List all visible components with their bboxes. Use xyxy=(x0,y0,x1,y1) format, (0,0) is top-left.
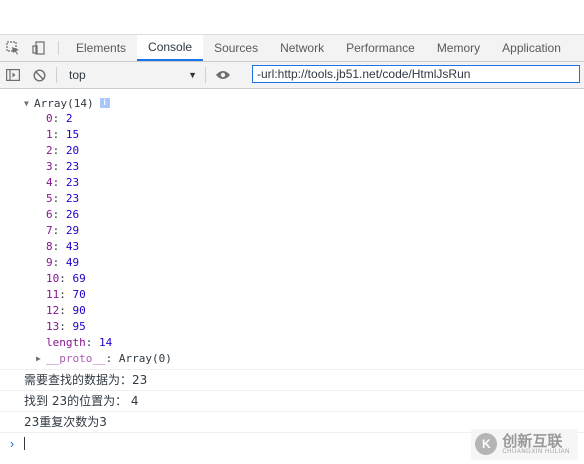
length-value: 14 xyxy=(99,336,113,349)
array-value: 90 xyxy=(72,304,86,317)
array-entry: 8: 43 xyxy=(46,240,80,253)
array-entry: 12: 90 xyxy=(46,304,86,317)
array-value: 2 xyxy=(65,112,73,125)
array-value: 49 xyxy=(65,256,80,269)
watermark-sub-text: CHUANGXIN HULIAN xyxy=(502,449,570,456)
array-key: 2 xyxy=(46,144,53,157)
array-key: 0 xyxy=(46,112,53,125)
tab-application[interactable]: Application xyxy=(491,35,572,61)
array-key: 4 xyxy=(46,176,53,189)
array-key: 3 xyxy=(46,160,53,173)
inspect-element-icon[interactable] xyxy=(0,35,26,61)
array-value: 20 xyxy=(65,144,80,157)
watermark-logo: K 创新互联 CHUANGXIN HULIAN xyxy=(471,428,578,460)
array-header-row[interactable]: ▼ Array(14) i xyxy=(0,95,584,111)
tab-performance[interactable]: Performance xyxy=(335,35,426,61)
window-top-area xyxy=(0,0,584,34)
array-entry: 5: 23 xyxy=(46,192,80,205)
console-output: ▼ Array(14) i 0: 2 1: 15 2: 20 3: 23 4: … xyxy=(0,89,584,453)
array-key: 5 xyxy=(46,192,53,205)
device-toolbar-icon[interactable] xyxy=(26,35,52,61)
context-selector[interactable]: top ▼ xyxy=(65,66,201,84)
array-entry: 11: 70 xyxy=(46,288,86,301)
array-entry: 3: 23 xyxy=(46,160,80,173)
tab-sources[interactable]: Sources xyxy=(203,35,269,61)
array-value: 23 xyxy=(65,176,80,189)
array-value: 15 xyxy=(65,128,80,141)
array-entry: 6: 26 xyxy=(46,208,80,221)
console-filter-input[interactable] xyxy=(252,65,580,83)
array-entry: 4: 23 xyxy=(46,176,80,189)
array-value: 43 xyxy=(65,240,80,253)
array-value: 95 xyxy=(72,320,86,333)
chevron-down-icon: ▼ xyxy=(188,70,197,80)
info-icon[interactable]: i xyxy=(99,98,110,108)
watermark-logo-icon: K xyxy=(475,433,498,456)
console-log-line: 找到 23的位置为： 4 xyxy=(0,390,584,411)
array-key: 11 xyxy=(46,288,60,301)
tab-network[interactable]: Network xyxy=(269,35,335,61)
array-entry: 10: 69 xyxy=(46,272,86,285)
array-entry: 0: 2 xyxy=(46,112,73,125)
array-value: 70 xyxy=(72,288,86,301)
array-value: 26 xyxy=(65,208,80,221)
tab-elements[interactable]: Elements xyxy=(65,35,137,61)
proto-value: Array(0) xyxy=(118,352,172,365)
array-header-label: Array(14) xyxy=(34,96,94,110)
context-selector-value: top xyxy=(69,68,86,82)
watermark-main-text: 创新互联 xyxy=(502,431,563,450)
array-key: 7 xyxy=(46,224,53,237)
console-toolbar: top ▼ xyxy=(0,62,584,89)
array-entry: 13: 95 xyxy=(46,320,86,333)
array-value: 23 xyxy=(65,160,80,173)
array-key: 8 xyxy=(46,240,53,253)
array-key: 1 xyxy=(46,128,53,141)
console-log-line: 需要查找的数据为：23 xyxy=(0,369,584,390)
array-key: 9 xyxy=(46,256,53,269)
array-value: 69 xyxy=(72,272,86,285)
array-key: 13 xyxy=(46,320,60,333)
devtools-tabbar: Elements Console Sources Network Perform… xyxy=(0,34,584,62)
live-expression-eye-icon[interactable] xyxy=(210,62,236,88)
expand-triangle-icon[interactable]: ▶ xyxy=(36,351,46,367)
array-entry: 9: 49 xyxy=(46,256,80,269)
array-key: 10 xyxy=(46,272,60,285)
array-entry: 7: 29 xyxy=(46,224,80,237)
tab-console[interactable]: Console xyxy=(137,35,204,61)
proto-entry[interactable]: ▶ __proto__: Array(0) xyxy=(0,351,584,367)
tabbar-divider xyxy=(58,41,59,55)
prompt-chevron-icon: › xyxy=(9,435,15,451)
array-length-entry: length: 14 xyxy=(46,336,113,349)
array-entry: 2: 20 xyxy=(46,144,80,157)
array-key: 6 xyxy=(46,208,53,221)
text-caret xyxy=(24,436,25,450)
tab-memory[interactable]: Memory xyxy=(426,35,491,61)
proto-key: __proto__ xyxy=(46,352,106,365)
toolbar-divider xyxy=(56,67,57,83)
array-key: 12 xyxy=(46,304,60,317)
array-value: 23 xyxy=(65,192,80,205)
toolbar-divider xyxy=(205,67,206,83)
array-value: 29 xyxy=(65,224,80,237)
sidebar-toggle-icon[interactable] xyxy=(0,62,26,88)
length-key: length xyxy=(46,336,86,349)
array-entry: 1: 15 xyxy=(46,128,80,141)
clear-console-icon[interactable] xyxy=(26,62,52,88)
expand-triangle-icon[interactable]: ▼ xyxy=(24,99,34,108)
